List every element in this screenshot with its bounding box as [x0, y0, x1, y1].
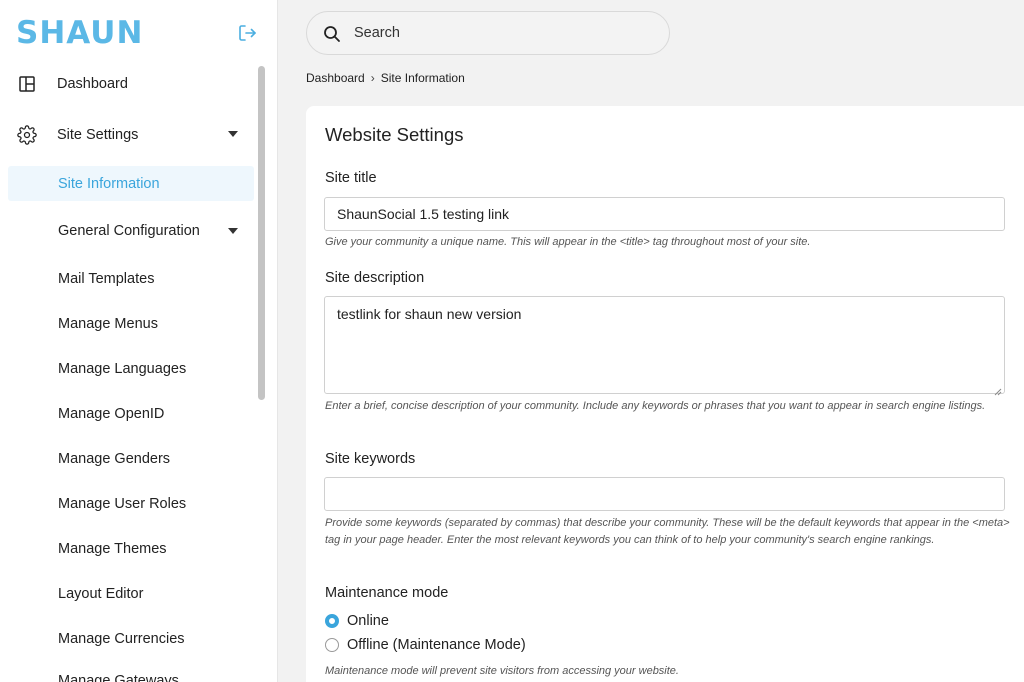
- site-description-textarea[interactable]: testlink for shaun new version: [324, 296, 1005, 396]
- site-title-input[interactable]: [324, 197, 1005, 231]
- site-title-label: Site title: [325, 170, 377, 186]
- sidebar-sub-item-layout-editor[interactable]: Layout Editor: [58, 583, 143, 605]
- site-keywords-input[interactable]: [324, 477, 1005, 511]
- chevron-right-icon: ›: [370, 71, 375, 85]
- sidebar-sub-item-manage-currencies[interactable]: Manage Currencies: [58, 628, 185, 650]
- maintenance-radio-offline[interactable]: Offline (Maintenance Mode): [325, 637, 526, 653]
- sidebar-sub-item-mail-templates[interactable]: Mail Templates: [58, 268, 154, 290]
- sidebar-sub-item-general-configuration[interactable]: General Configuration: [58, 220, 200, 242]
- breadcrumb-home[interactable]: Dashboard: [306, 71, 365, 85]
- breadcrumb-current: Site Information: [380, 71, 465, 85]
- sidebar-sub-item-manage-menus[interactable]: Manage Menus: [58, 313, 158, 335]
- sidebar-sub-item-site-information[interactable]: Site Information: [8, 166, 254, 201]
- maintenance-mode-label: Maintenance mode: [325, 585, 449, 601]
- site-description-value: testlink for shaun new version: [337, 306, 522, 322]
- sidebar: SHAUN Dashboard Site Settings Site Infor…: [0, 0, 278, 682]
- logout-icon[interactable]: [236, 22, 258, 44]
- sidebar-item-site-settings[interactable]: Site Settings: [0, 118, 254, 152]
- page-title: Website Settings: [325, 124, 464, 145]
- site-description-help: Enter a brief, concise description of yo…: [325, 400, 986, 412]
- maintenance-help: Maintenance mode will prevent site visit…: [325, 665, 679, 677]
- sidebar-sub-item-manage-user-roles[interactable]: Manage User Roles: [58, 493, 186, 515]
- chevron-down-icon: [228, 131, 238, 137]
- sidebar-sub-item-manage-openid[interactable]: Manage OpenID: [58, 403, 164, 425]
- scrollbar-thumb[interactable]: [258, 66, 265, 400]
- search-input[interactable]: Search: [306, 11, 670, 55]
- search-icon: [322, 24, 342, 44]
- maintenance-radio-online[interactable]: Online: [325, 613, 389, 629]
- search-placeholder: Search: [354, 25, 400, 41]
- radio-unselected-icon[interactable]: [325, 638, 339, 652]
- sidebar-item-dashboard[interactable]: Dashboard: [0, 67, 254, 101]
- sidebar-sub-item-manage-themes[interactable]: Manage Themes: [58, 538, 167, 560]
- sidebar-item-label: Site Settings: [57, 127, 139, 143]
- dashboard-icon: [17, 74, 37, 94]
- sidebar-sub-item-manage-languages[interactable]: Manage Languages: [58, 358, 186, 380]
- radio-selected-icon[interactable]: [325, 614, 339, 628]
- sidebar-item-label: Dashboard: [57, 76, 128, 92]
- brand-logo[interactable]: SHAUN: [16, 18, 143, 49]
- sidebar-sub-item-manage-gateways[interactable]: Manage Gateways: [58, 670, 179, 682]
- site-keywords-help: Provide some keywords (separated by comm…: [325, 517, 1010, 546]
- site-description-label: Site description: [325, 270, 425, 286]
- resize-grip-icon[interactable]: [994, 383, 1002, 396]
- site-keywords-label: Site keywords: [325, 451, 416, 467]
- breadcrumb: Dashboard › Site Information: [306, 71, 465, 85]
- site-title-help: Give your community a unique name. This …: [325, 236, 811, 248]
- sidebar-scrollbar[interactable]: [254, 60, 268, 682]
- gear-icon: [17, 125, 37, 145]
- settings-card: Website Settings Site title Give your co…: [306, 106, 1024, 682]
- chevron-down-icon[interactable]: [228, 228, 238, 234]
- sidebar-sub-item-manage-genders[interactable]: Manage Genders: [58, 448, 170, 470]
